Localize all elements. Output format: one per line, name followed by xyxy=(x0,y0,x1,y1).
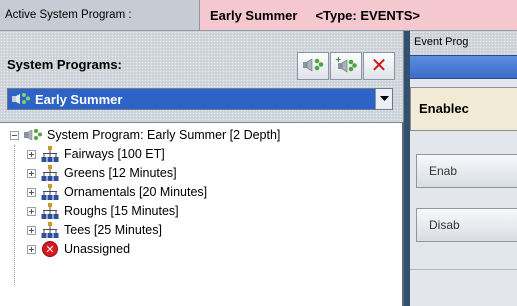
chevron-down-icon[interactable] xyxy=(375,89,392,109)
enabled-section-label: Enablec xyxy=(410,87,517,131)
tree-item-greens[interactable]: Greens [12 Minutes] xyxy=(27,164,177,182)
tree-item-ornamentals[interactable]: Ornamentals [20 Minutes] xyxy=(27,183,207,201)
unassigned-icon: ✕ xyxy=(40,240,60,258)
event-program-footer xyxy=(410,269,517,306)
active-program-type: <Type: EVENTS> xyxy=(315,7,420,23)
active-program-name: Early Summer xyxy=(210,7,298,23)
event-program-header: Event Prog xyxy=(410,31,517,55)
active-program-label: Active System Program : xyxy=(0,0,200,30)
system-program-select-value: Early Summer xyxy=(35,91,123,107)
delete-program-button[interactable]: ✕ xyxy=(363,52,395,80)
new-program-button[interactable]: + xyxy=(330,52,362,80)
program-icon xyxy=(302,56,324,77)
program-tree[interactable]: System Program: Early Summer [2 Depth] F… xyxy=(0,122,404,306)
expand-icon[interactable] xyxy=(27,187,36,197)
tree-item-roughs[interactable]: Roughs [15 Minutes] xyxy=(27,202,179,220)
expand-icon[interactable] xyxy=(27,225,36,235)
tree-item-label: Tees [25 Minutes] xyxy=(64,223,162,237)
sprinkler-group-icon xyxy=(40,145,60,163)
sprinkler-group-icon xyxy=(40,164,60,182)
system-programs-header: System Programs: + ✕ Early Summer xyxy=(0,31,404,122)
tree-item-label: Roughs [15 Minutes] xyxy=(64,204,179,218)
active-program-value: Early Summer <Type: EVENTS> xyxy=(200,0,517,30)
status-bar: Active System Program : Early Summer <Ty… xyxy=(0,0,517,31)
tree-root-label: System Program: Early Summer [2 Depth] xyxy=(47,128,281,142)
collapse-icon[interactable] xyxy=(10,130,19,140)
expand-icon[interactable] xyxy=(27,244,36,254)
program-icon xyxy=(11,90,31,108)
svg-text:+: + xyxy=(335,56,342,64)
event-program-panel: Event Prog Enablec Enab Disab xyxy=(404,31,517,306)
tree-root[interactable]: System Program: Early Summer [2 Depth] xyxy=(10,126,280,144)
event-program-title-bar xyxy=(410,55,517,79)
disable-button[interactable]: Disab xyxy=(416,208,517,242)
enable-button[interactable]: Enab xyxy=(416,154,517,188)
tree-item-tees[interactable]: Tees [25 Minutes] xyxy=(27,221,162,239)
system-programs-panel: System Programs: + ✕ Early Summer System… xyxy=(0,31,404,306)
new-program-icon: + xyxy=(335,55,357,77)
tree-item-label: Unassigned xyxy=(64,242,131,256)
tree-item-unassigned[interactable]: ✕ Unassigned xyxy=(27,240,130,258)
sprinkler-group-icon xyxy=(40,183,60,201)
system-programs-title: System Programs: xyxy=(7,57,122,72)
sprinkler-group-icon xyxy=(40,202,60,220)
delete-icon: ✕ xyxy=(370,55,388,77)
expand-icon[interactable] xyxy=(27,206,36,216)
tree-item-label: Ornamentals [20 Minutes] xyxy=(64,185,208,199)
expand-icon[interactable] xyxy=(27,149,36,159)
tree-connector xyxy=(14,145,15,285)
tree-item-label: Fairways [100 ET] xyxy=(64,147,165,161)
system-program-select[interactable]: Early Summer xyxy=(7,88,393,110)
program-button[interactable] xyxy=(297,52,329,80)
sprinkler-group-icon xyxy=(40,221,60,239)
expand-icon[interactable] xyxy=(27,168,36,178)
tree-item-fairways[interactable]: Fairways [100 ET] xyxy=(27,145,165,163)
program-icon xyxy=(23,126,43,144)
tree-item-label: Greens [12 Minutes] xyxy=(64,166,177,180)
